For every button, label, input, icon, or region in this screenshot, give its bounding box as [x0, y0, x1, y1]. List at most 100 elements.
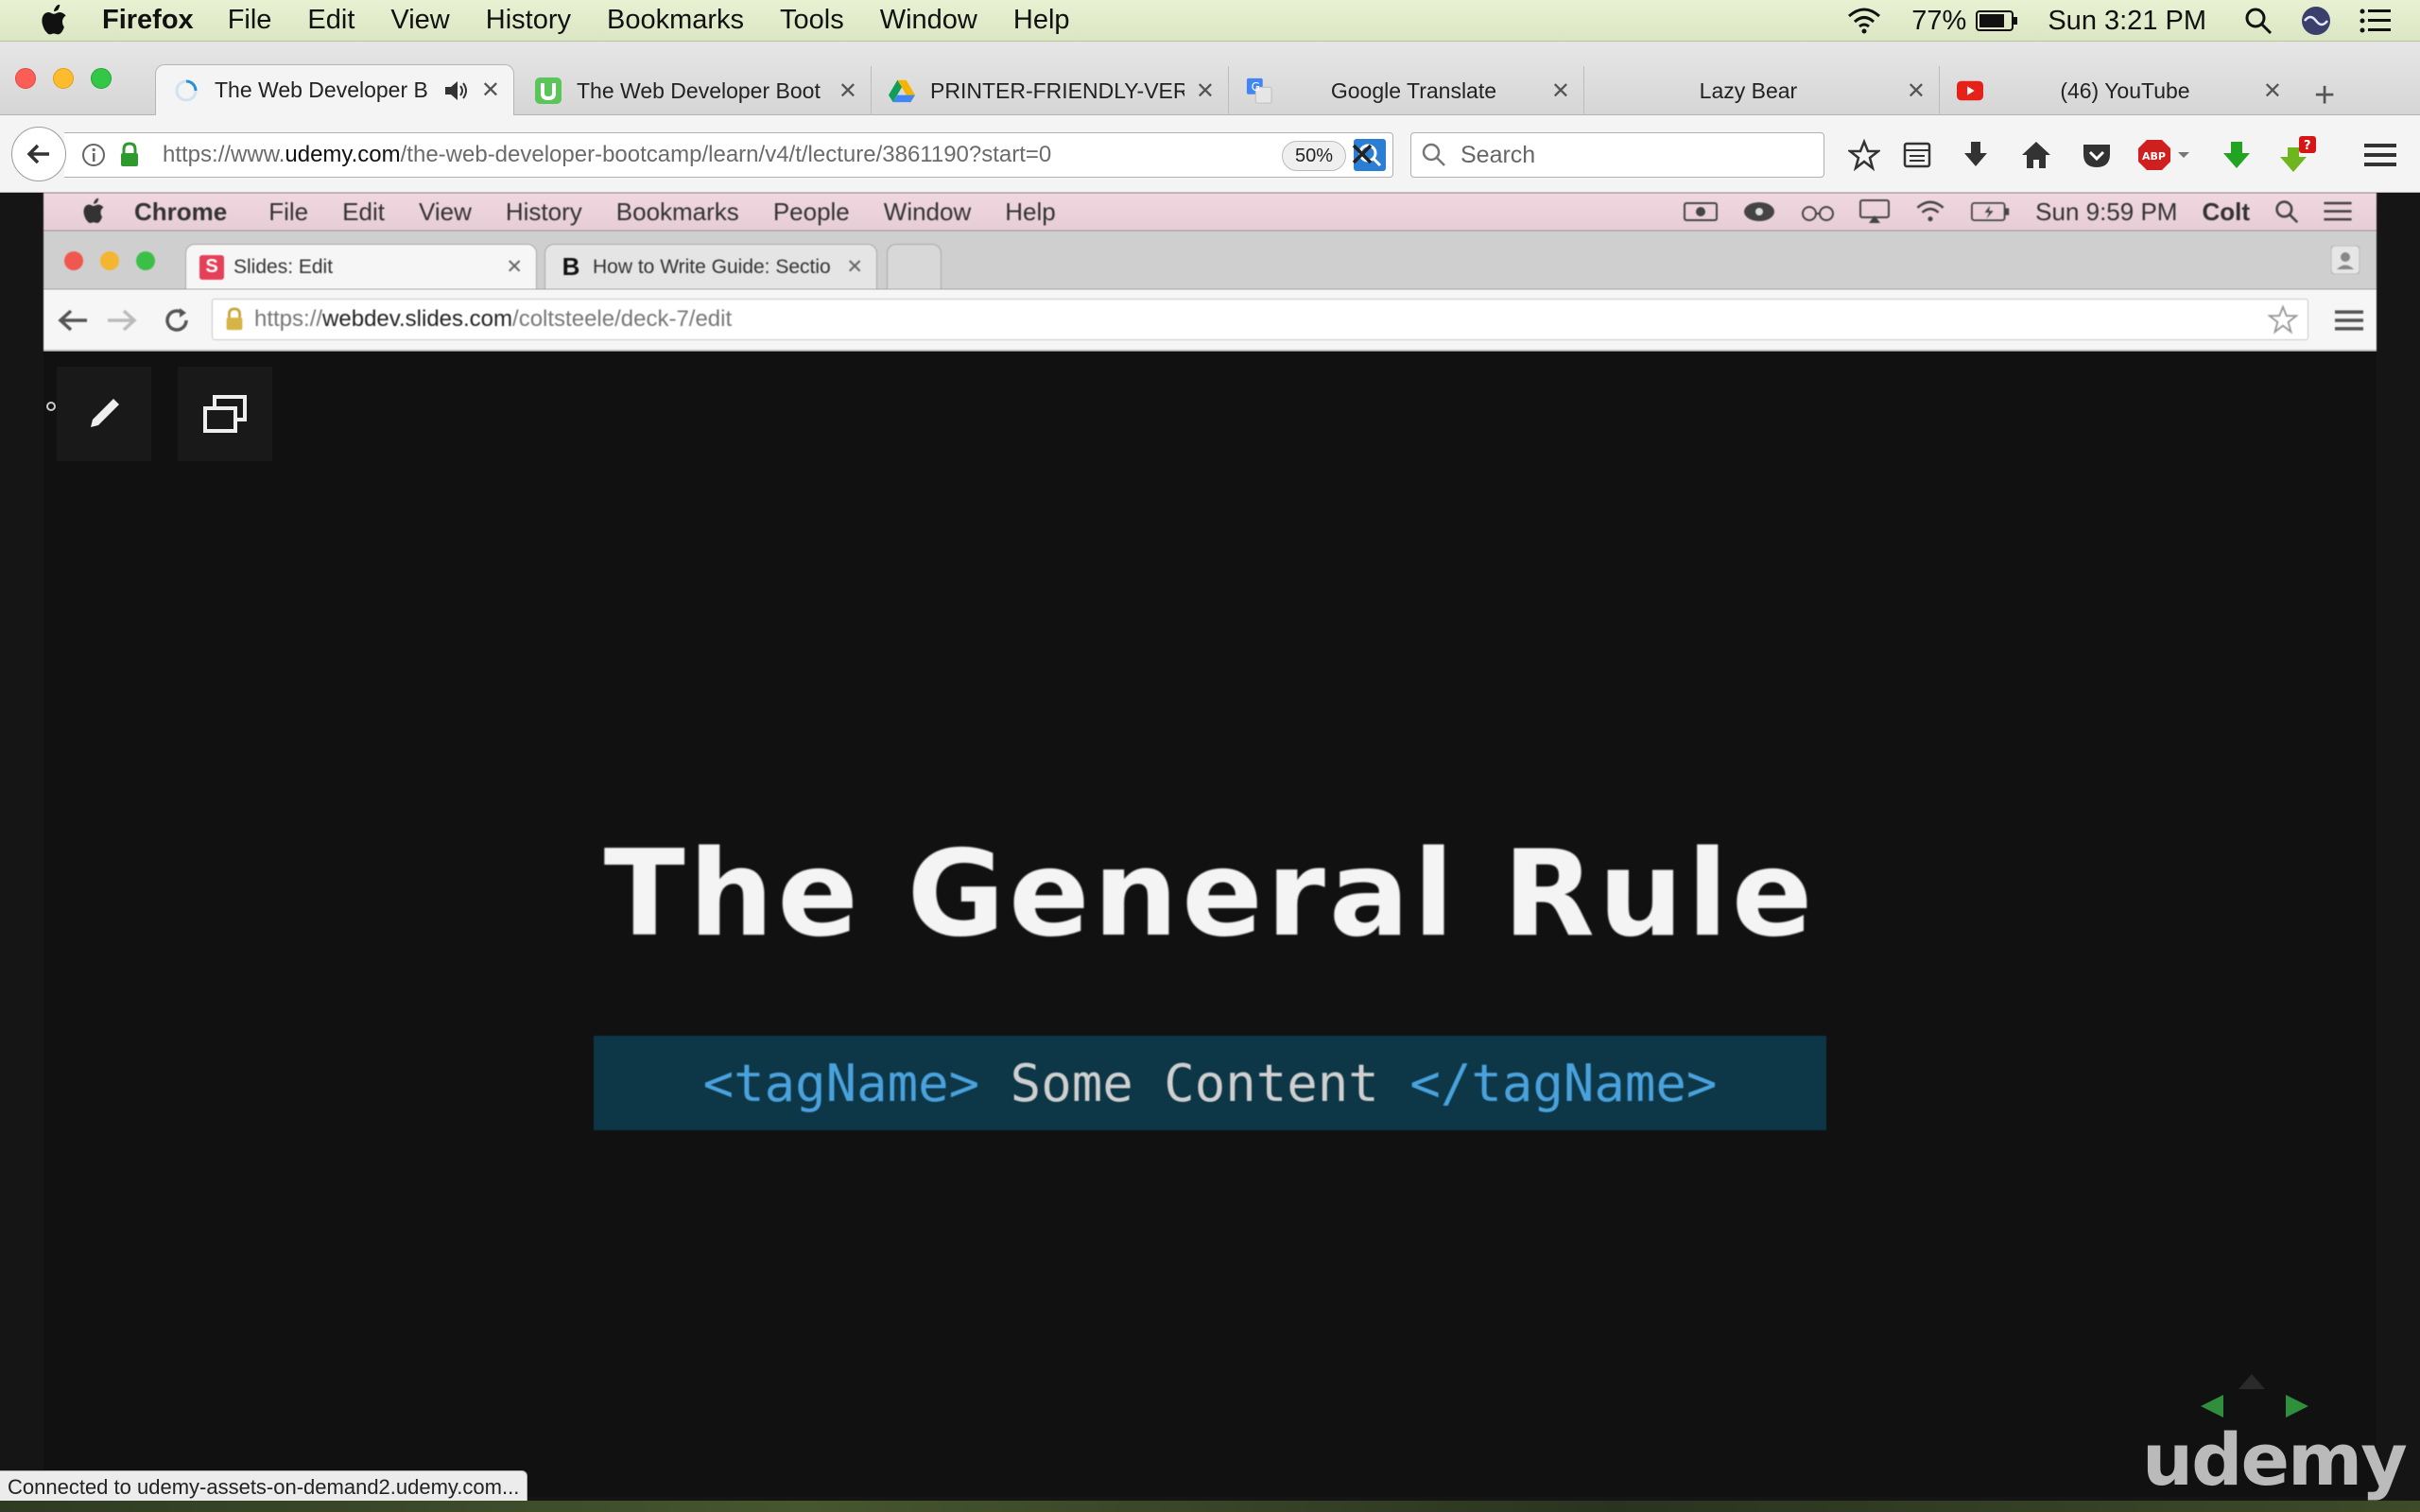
search-placeholder: Search: [1461, 141, 1536, 168]
tab-close-icon[interactable]: ✕: [1907, 77, 1926, 105]
inner-battery-icon: [1971, 201, 2010, 222]
menu-history[interactable]: History: [486, 5, 571, 36]
menu-view[interactable]: View: [390, 5, 449, 36]
downloads-icon[interactable]: [1955, 134, 1996, 176]
tab-close-icon[interactable]: ✕: [481, 77, 500, 104]
desktop-wallpaper-strip: [0, 1501, 2420, 1512]
bookmark-star-icon[interactable]: [1843, 134, 1885, 176]
secure-lock-icon[interactable]: [119, 142, 140, 168]
menu-bookmarks[interactable]: Bookmarks: [607, 5, 744, 36]
inner-airplay-icon: [1859, 199, 1891, 223]
inner-url-path: /coltsteele/deck-7/edit: [512, 306, 733, 332]
inner-user-name: Colt: [2202, 197, 2250, 226]
youtube-icon: [1957, 77, 1983, 104]
menu-tools[interactable]: Tools: [780, 5, 844, 36]
tab-title: Lazy Bear: [1699, 77, 1798, 103]
window-close-button[interactable]: [15, 68, 36, 89]
notification-badge: ?: [2304, 139, 2311, 153]
url-path: /the-web-developer-bootcamp/learn/v4/t/l…: [400, 142, 1052, 167]
udemy-favicon-icon: [535, 77, 562, 104]
battery-icon[interactable]: [1976, 9, 2019, 32]
url-bar[interactable]: https://www.udemy.com/the-web-developer-…: [64, 132, 1393, 178]
mac-menubar: Firefox File Edit View History Bookmarks…: [0, 0, 2420, 42]
inner-wifi-icon: [1916, 200, 1945, 222]
info-icon[interactable]: [81, 143, 106, 167]
inner-apple-logo-icon: [83, 198, 104, 223]
inner-menu-help: Help: [1005, 197, 1056, 226]
download-helper-icon[interactable]: ?: [2278, 134, 2320, 176]
spotlight-search-icon[interactable]: [2244, 7, 2273, 35]
google-translate-icon: G: [1246, 77, 1272, 104]
status-bar: Connected to udemy-assets-on-demand2.ude…: [0, 1470, 528, 1504]
tab-close-icon[interactable]: ✕: [2263, 77, 2282, 105]
lecture-video[interactable]: Chrome File Edit View History Bookmarks …: [0, 193, 2420, 1512]
menubar-clock[interactable]: Sun 3:21 PM: [2048, 6, 2206, 37]
recorded-screen: Chrome File Edit View History Bookmarks …: [43, 193, 2377, 1497]
tab-printer-friendly[interactable]: PRINTER-FRIENDLY-VER ✕: [872, 66, 1229, 115]
inner-lock-icon: [226, 307, 243, 331]
url-text[interactable]: https://www.udemy.com/the-web-developer-…: [163, 142, 1051, 168]
back-button[interactable]: [11, 127, 66, 181]
tab-lazy-bear[interactable]: Lazy Bear ✕: [1584, 66, 1940, 115]
tab-google-translate[interactable]: G Google Translate ✕: [1229, 66, 1584, 115]
adblock-plus-icon[interactable]: ABP: [2138, 134, 2191, 176]
slides-favicon-icon: S: [199, 254, 224, 280]
apple-logo-icon[interactable]: [38, 4, 70, 38]
opening-tag: <tagName>: [702, 1053, 980, 1113]
inner-menu-icon: [2335, 310, 2363, 331]
new-tab-button[interactable]: +: [2314, 77, 2335, 113]
tab-title: Google Translate: [1330, 77, 1497, 103]
svg-text:ABP: ABP: [2142, 150, 2166, 163]
green-download-arrow-icon[interactable]: [2216, 134, 2257, 176]
pen-icon: [91, 399, 119, 427]
speaker-icon[interactable]: [443, 78, 470, 103]
tab-close-icon[interactable]: ✕: [1196, 77, 1215, 105]
menu-app-firefox[interactable]: Firefox: [102, 5, 194, 36]
siri-icon[interactable]: [2301, 6, 2331, 36]
inner-menu-app-chrome: Chrome: [134, 197, 228, 226]
inner-forward-icon: [108, 309, 137, 332]
url-host: udemy.com: [285, 142, 401, 167]
inner-mac-menubar: Chrome File Edit View History Bookmarks …: [43, 193, 2377, 231]
menu-edit[interactable]: Edit: [307, 5, 354, 36]
window-minimize-button[interactable]: [53, 68, 74, 89]
inner-menu-file: File: [268, 197, 309, 226]
inner-url-host: webdev.slides.com: [322, 306, 513, 332]
inner-tab-close-icon: ✕: [846, 256, 863, 278]
tab-close-icon[interactable]: ✕: [838, 77, 857, 105]
code-content: Some Content: [979, 1053, 1410, 1113]
inner-menu-people: People: [772, 197, 850, 226]
stop-loading-icon[interactable]: [1350, 142, 1374, 166]
inner-bookmark-star-icon: [2268, 304, 2298, 335]
bookmarks-list-icon[interactable]: [1896, 134, 1938, 176]
menu-window[interactable]: Window: [880, 5, 977, 36]
edit-pen-button: [57, 367, 151, 461]
menu-file[interactable]: File: [228, 5, 272, 36]
hamburger-menu-icon[interactable]: [2360, 134, 2401, 176]
inner-menu-view: View: [418, 197, 472, 226]
window-zoom-button[interactable]: [91, 68, 112, 89]
tab-web-developer-bootcamp[interactable]: The Web Developer Boot ✕: [518, 66, 872, 115]
url-prefix: https://www.: [163, 142, 285, 167]
firefox-tab-strip: The Web Developer B ✕ The Web Developer …: [0, 42, 2420, 115]
zoom-level-badge[interactable]: 50%: [1282, 141, 1346, 171]
notification-center-icon[interactable]: [2360, 8, 2392, 34]
search-box[interactable]: Search: [1410, 132, 1824, 178]
overview-windows-icon: [203, 395, 247, 433]
tab-web-developer-active[interactable]: The Web Developer B ✕: [155, 64, 514, 115]
tab-title: The Web Developer Boot: [577, 77, 821, 103]
wifi-icon[interactable]: [1845, 7, 1883, 35]
inner-clock: Sun 9:59 PM: [2035, 197, 2178, 226]
inner-back-icon: [58, 309, 87, 332]
tab-close-icon[interactable]: ✕: [1551, 77, 1570, 105]
inner-minimize-dot: [100, 251, 119, 270]
inner-zoom-dot: [136, 251, 155, 270]
inner-tab-how-to-write: B How to Write Guide: Sectio ✕: [544, 244, 877, 289]
home-icon[interactable]: [2015, 134, 2057, 176]
closing-tag: </tagName>: [1409, 1053, 1718, 1113]
tab-youtube[interactable]: (46) YouTube ✕: [1940, 66, 2295, 115]
inner-profile-icon: [2331, 246, 2360, 274]
menu-help[interactable]: Help: [1013, 5, 1070, 36]
overview-button: [178, 367, 272, 461]
pocket-icon[interactable]: [2076, 134, 2118, 176]
